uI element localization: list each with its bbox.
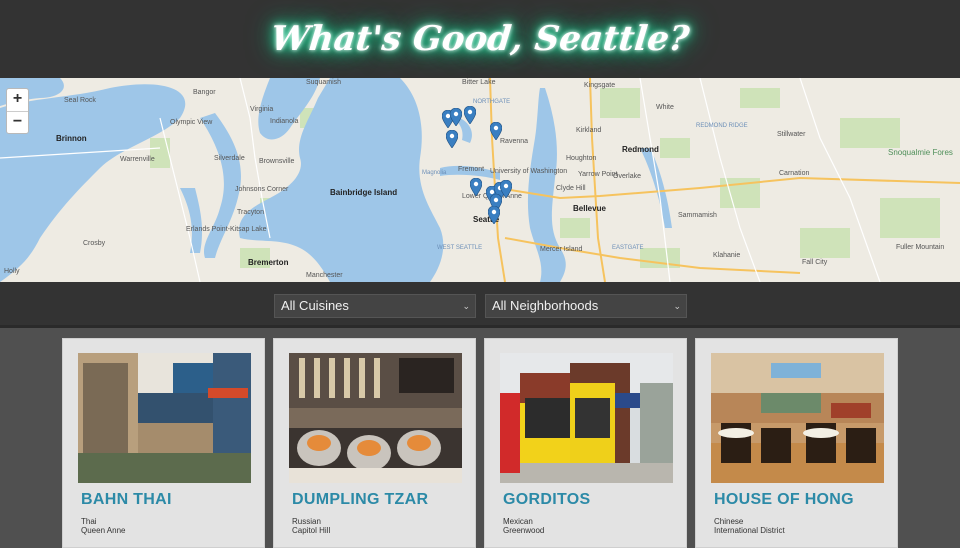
restaurant-photo — [500, 353, 673, 483]
restaurant-name[interactable]: BAHN THAI — [81, 491, 172, 509]
restaurant-neighborhood: International District — [714, 526, 785, 535]
map-place-label: Ravenna — [500, 138, 529, 145]
map-place-label: Houghton — [566, 155, 597, 162]
map-place-label: Suquamish — [306, 79, 342, 86]
restaurant-neighborhood: Queen Anne — [81, 526, 126, 535]
map-marker-icon[interactable] — [450, 108, 462, 126]
map-place-label: Stillwater — [777, 131, 806, 138]
chevron-down-icon: ⌄ — [673, 301, 681, 311]
map-place-label: Erlands Point-Kitsap Lake — [186, 226, 267, 233]
site-title: What's Good, Seattle? — [268, 19, 692, 59]
map-marker-icon[interactable] — [446, 130, 458, 148]
map-place-label: University of Washington — [490, 168, 568, 175]
restaurant-name[interactable]: DUMPLING TZAR — [292, 491, 428, 509]
map-marker-icon[interactable] — [488, 206, 500, 224]
map-place-label: Indianola — [270, 118, 299, 125]
map-place-label: REDMOND RIDGE — [696, 123, 748, 129]
restaurant-photo — [78, 353, 251, 483]
map-place-label: Holly — [4, 268, 20, 275]
zoom-control: + − — [6, 88, 29, 134]
restaurant-cuisine: Thai — [81, 517, 97, 526]
map-place-label: Johnsons Corner — [235, 186, 289, 193]
map-place-label: Fall City — [802, 259, 828, 266]
map-place-label: Snoqualmie Fores — [888, 148, 953, 157]
map-place-label: Silverdale — [214, 155, 245, 162]
restaurant-card[interactable]: DUMPLING TZAR Russian Capitol Hill — [273, 338, 476, 548]
map-place-label: White — [656, 104, 674, 111]
map-place-label: Overlake — [613, 173, 642, 180]
map-place-label: Bremerton — [248, 258, 289, 267]
map-place-label: WEST SEATTLE — [437, 245, 483, 251]
site-header: What's Good, Seattle? — [0, 0, 960, 78]
restaurant-cuisine: Mexican — [503, 517, 533, 526]
map-place-label: Klahanie — [713, 252, 741, 259]
map-place-label: Bellevue — [573, 204, 606, 213]
map-place-label: Kirkland — [576, 127, 602, 134]
map-place-label: Carnation — [779, 170, 810, 177]
map-place-label: Bitter Lake — [462, 79, 496, 86]
map-place-label: Olympic View — [170, 119, 213, 126]
restaurant-cuisine: Russian — [292, 517, 321, 526]
restaurant-card[interactable]: GORDITOS Mexican Greenwood — [484, 338, 687, 548]
zoom-in-button[interactable]: + — [7, 89, 28, 111]
map-marker-icon[interactable] — [470, 178, 482, 196]
restaurant-neighborhood: Greenwood — [503, 526, 545, 535]
neighborhood-select[interactable]: All Neighborhoods ⌄ — [485, 294, 687, 318]
map-place-label: Virginia — [250, 106, 274, 113]
restaurant-cuisine: Chinese — [714, 517, 744, 526]
map-place-label: Brownsville — [259, 158, 295, 165]
restaurant-neighborhood: Capitol Hill — [292, 526, 331, 535]
map-place-label: Fremont — [458, 166, 485, 173]
map-marker-icon[interactable] — [464, 106, 476, 124]
map-place-label: Kingsgate — [584, 82, 616, 89]
restaurant-name[interactable]: HOUSE OF HONG — [714, 491, 854, 509]
filter-bar: All Cuisines ⌄ All Neighborhoods ⌄ — [0, 282, 960, 328]
restaurant-name[interactable]: GORDITOS — [503, 491, 590, 509]
map-place-label: Warrenville — [120, 156, 155, 163]
restaurant-photo — [289, 353, 462, 483]
map-place-label: Sammamish — [678, 212, 717, 219]
map-place-label: Mercer Island — [540, 246, 583, 253]
map-place-label: Fuller Mountain — [896, 244, 945, 251]
map-place-label: Clyde Hill — [556, 185, 586, 192]
map-place-label: Tracyton — [237, 209, 264, 216]
cuisine-select-value: All Cuisines — [281, 298, 349, 313]
map-place-label: Manchester — [306, 272, 343, 279]
map-place-label: Bangor — [193, 89, 216, 96]
map-place-label: Crosby — [83, 240, 106, 247]
map-place-label: Yarrow Point — [578, 171, 618, 178]
restaurant-map[interactable]: + − Suquamish Bitter Lake Kingsgate Bangor S… — [0, 78, 960, 282]
zoom-out-button[interactable]: − — [7, 111, 28, 133]
map-place-label: Seal Rock — [64, 97, 96, 104]
cuisine-select[interactable]: All Cuisines ⌄ — [274, 294, 476, 318]
map-place-label: Redmond — [622, 145, 659, 154]
map-place-label: NORTHGATE — [473, 99, 511, 105]
restaurant-card[interactable]: HOUSE OF HONG Chinese International Dist… — [695, 338, 898, 548]
map-marker-icon[interactable] — [490, 122, 502, 140]
map-place-label: Magnolia — [422, 170, 447, 176]
chevron-down-icon: ⌄ — [462, 301, 470, 311]
restaurant-photo — [711, 353, 884, 483]
restaurant-card[interactable]: BAHN THAI Thai Queen Anne — [62, 338, 265, 548]
map-place-label: EASTGATE — [612, 245, 644, 251]
neighborhood-select-value: All Neighborhoods — [492, 298, 599, 313]
map-place-label: Brinnon — [56, 134, 87, 143]
map-place-label: Bainbridge Island — [330, 188, 398, 197]
